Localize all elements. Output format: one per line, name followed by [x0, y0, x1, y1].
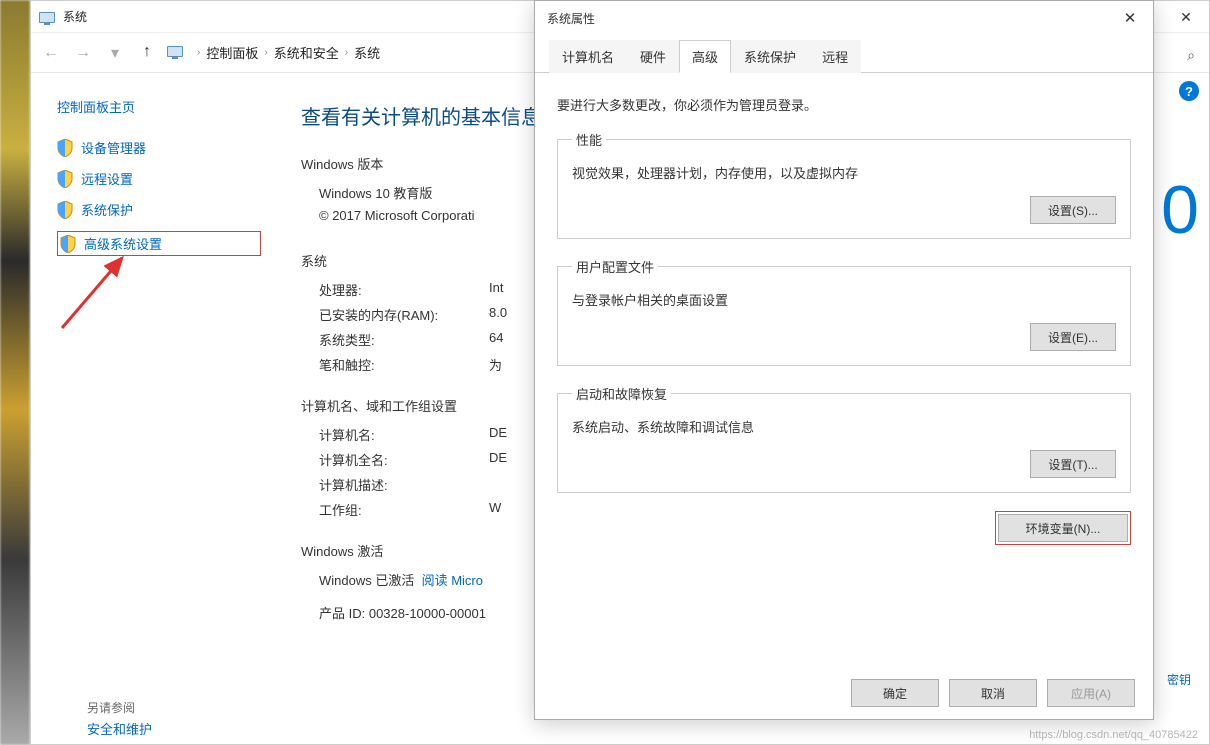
activation-status: Windows 已激活 阅读 Micro: [319, 570, 483, 589]
apply-button[interactable]: 应用(A): [1047, 679, 1135, 707]
breadcrumb[interactable]: › 控制面板 › 系统和安全 › 系统: [191, 43, 380, 62]
see-also-label: 另请参阅: [87, 699, 135, 716]
tab-advanced[interactable]: 高级: [679, 40, 731, 73]
value-ram: 8.0: [489, 305, 507, 324]
windows10-logo: 0: [1161, 171, 1199, 249]
value-computer-name: DE: [489, 425, 507, 444]
ok-button[interactable]: 确定: [851, 679, 939, 707]
label-type: 系统类型:: [319, 330, 489, 349]
sidebar-item-label: 高级系统设置: [84, 234, 162, 253]
copyright: © 2017 Microsoft Corporati: [319, 208, 475, 223]
startup-settings-button[interactable]: 设置(T)...: [1030, 450, 1116, 478]
dialog-titlebar[interactable]: 系统属性 ✕: [535, 1, 1153, 35]
env-highlight: 环境变量(N)...: [995, 511, 1131, 545]
shield-icon: [57, 201, 73, 219]
product-id: 产品 ID: 00328-10000-00001: [319, 603, 486, 622]
see-also-link[interactable]: 安全和维护: [87, 719, 152, 738]
tab-remote[interactable]: 远程: [809, 40, 861, 73]
performance-group: 性能 视觉效果，处理器计划，内存使用，以及虚拟内存 设置(S)...: [557, 130, 1131, 239]
sidebar-item-remote[interactable]: 远程设置: [57, 169, 261, 188]
read-terms-link[interactable]: 阅读 Micro: [422, 573, 483, 588]
windows-version: Windows 10 教育版: [319, 183, 432, 202]
startup-group: 启动和故障恢复 系统启动、系统故障和调试信息 设置(T)...: [557, 384, 1131, 493]
admin-notice: 要进行大多数更改，你必须作为管理员登录。: [557, 95, 1131, 114]
system-icon: [39, 10, 57, 24]
label-cpu: 处理器:: [319, 280, 489, 299]
performance-desc: 视觉效果，处理器计划，内存使用，以及虚拟内存: [572, 163, 1116, 182]
value-full-name: DE: [489, 450, 507, 469]
breadcrumb-root[interactable]: 控制面板: [206, 43, 258, 62]
sidebar: 控制面板主页 设备管理器 远程设置 系统保护 高级系统设置: [31, 73, 271, 744]
environment-variables-button[interactable]: 环境变量(N)...: [998, 514, 1128, 542]
dialog-body: 要进行大多数更改，你必须作为管理员登录。 性能 视觉效果，处理器计划，内存使用，…: [535, 73, 1153, 571]
profiles-group: 用户配置文件 与登录帐户相关的桌面设置 设置(E)...: [557, 257, 1131, 366]
up-button[interactable]: ↑: [135, 40, 159, 64]
dialog-footer: 确定 取消 应用(A): [851, 679, 1135, 707]
value-pen: 为: [489, 355, 502, 374]
value-workgroup: W: [489, 500, 501, 519]
sidebar-item-advanced[interactable]: 高级系统设置: [57, 231, 261, 256]
shield-icon: [57, 170, 73, 188]
startup-desc: 系统启动、系统故障和调试信息: [572, 417, 1116, 436]
change-key-link[interactable]: 密钥: [1167, 671, 1191, 688]
breadcrumb-leaf[interactable]: 系统: [354, 43, 380, 62]
window-title: 系统: [63, 8, 87, 25]
label-computer-name: 计算机名:: [319, 425, 489, 444]
label-pen: 笔和触控:: [319, 355, 489, 374]
profiles-settings-button[interactable]: 设置(E)...: [1030, 323, 1116, 351]
sidebar-item-label: 系统保护: [81, 200, 133, 219]
value-type: 64: [489, 330, 503, 349]
sidebar-item-label: 设备管理器: [81, 138, 146, 157]
system-properties-dialog: 系统属性 ✕ 计算机名 硬件 高级 系统保护 远程 要进行大多数更改，你必须作为…: [534, 0, 1154, 720]
tab-computer-name[interactable]: 计算机名: [549, 40, 627, 73]
search-icon[interactable]: ⌕: [1187, 47, 1195, 64]
label-full-name: 计算机全名:: [319, 450, 489, 469]
startup-legend: 启动和故障恢复: [572, 384, 671, 403]
label-description: 计算机描述:: [319, 475, 489, 494]
performance-settings-button[interactable]: 设置(S)...: [1030, 196, 1116, 224]
sidebar-item-protection[interactable]: 系统保护: [57, 200, 261, 219]
back-button[interactable]: ←: [39, 41, 63, 65]
breadcrumb-icon: [167, 44, 183, 62]
dialog-close-button[interactable]: ✕: [1107, 1, 1153, 35]
label-ram: 已安装的内存(RAM):: [319, 305, 489, 324]
cancel-button[interactable]: 取消: [949, 679, 1037, 707]
forward-button[interactable]: →: [71, 41, 95, 65]
tab-hardware[interactable]: 硬件: [627, 40, 679, 73]
tab-protection[interactable]: 系统保护: [731, 40, 809, 73]
sidebar-item-label: 远程设置: [81, 169, 133, 188]
tabs: 计算机名 硬件 高级 系统保护 远程: [535, 39, 1153, 73]
sidebar-item-device-manager[interactable]: 设备管理器: [57, 138, 261, 157]
watermark: https://blog.csdn.net/qq_40785422: [1029, 729, 1198, 741]
breadcrumb-mid[interactable]: 系统和安全: [274, 43, 339, 62]
control-panel-home-link[interactable]: 控制面板主页: [57, 97, 261, 116]
help-icon[interactable]: ?: [1179, 81, 1199, 101]
shield-icon: [57, 139, 73, 157]
value-cpu: Int: [489, 280, 503, 299]
profiles-desc: 与登录帐户相关的桌面设置: [572, 290, 1116, 309]
shield-icon: [60, 235, 76, 253]
performance-legend: 性能: [572, 130, 606, 149]
desktop-background-strip: [0, 0, 30, 745]
profiles-legend: 用户配置文件: [572, 257, 658, 276]
recent-dropdown[interactable]: ▾: [103, 41, 127, 65]
dialog-title: 系统属性: [547, 10, 595, 27]
close-button[interactable]: ✕: [1163, 1, 1209, 33]
label-workgroup: 工作组:: [319, 500, 489, 519]
